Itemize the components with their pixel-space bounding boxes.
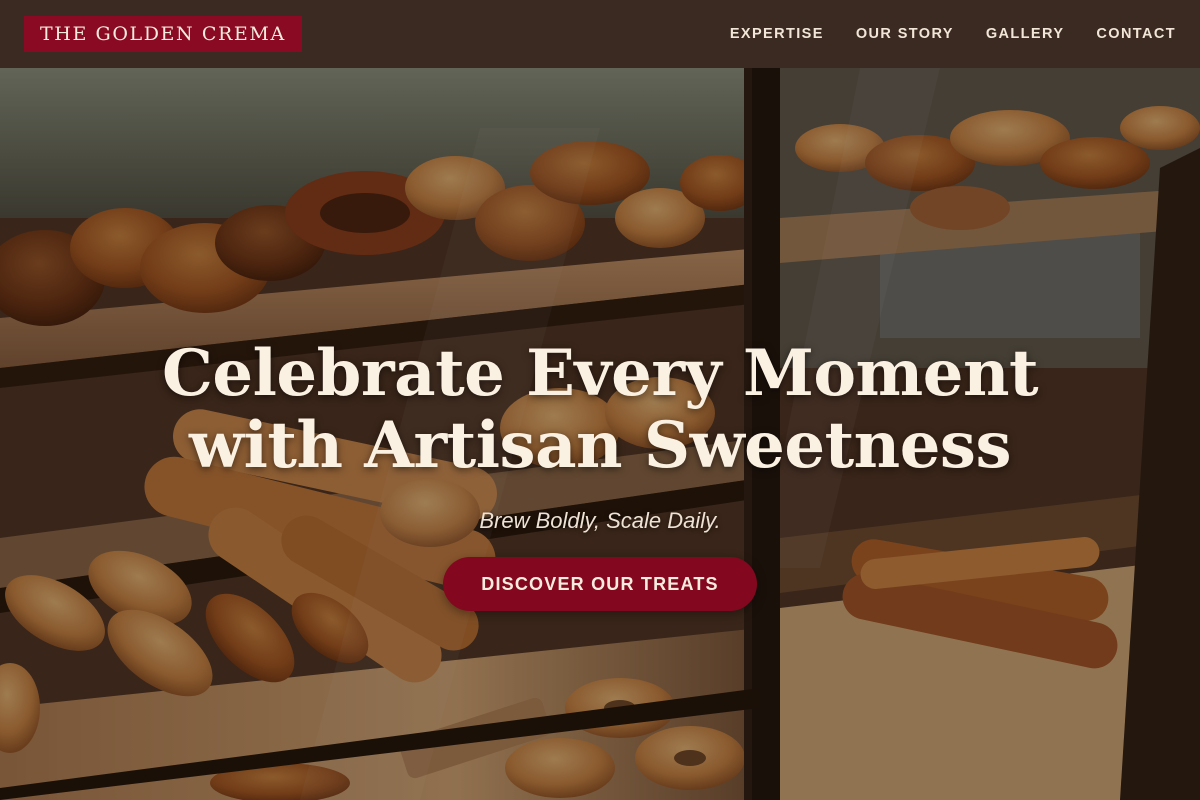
site-header: THE GOLDEN CREMA EXPERTISE OUR STORY GAL… <box>0 0 1200 68</box>
hero-tagline: Brew Boldly, Scale Daily. <box>479 508 721 533</box>
nav-link-gallery[interactable]: GALLERY <box>986 26 1065 42</box>
hero-title-line2: with Artisan Sweetness <box>189 408 1011 483</box>
hero-section: Celebrate Every Moment with Artisan Swee… <box>0 68 1200 800</box>
hero-title-line1: Celebrate Every Moment <box>161 336 1039 411</box>
discover-treats-button[interactable]: DISCOVER OUR TREATS <box>443 557 757 611</box>
main-nav: EXPERTISE OUR STORY GALLERY CONTACT <box>698 0 1176 68</box>
nav-link-contact[interactable]: CONTACT <box>1096 26 1176 42</box>
nav-link-our-story[interactable]: OUR STORY <box>856 26 954 42</box>
nav-link-expertise[interactable]: EXPERTISE <box>730 26 824 42</box>
hero-title: Celebrate Every Moment with Artisan Swee… <box>100 338 1100 482</box>
brand-logo[interactable]: THE GOLDEN CREMA <box>24 16 302 52</box>
hero-content: Celebrate Every Moment with Artisan Swee… <box>0 68 1200 800</box>
